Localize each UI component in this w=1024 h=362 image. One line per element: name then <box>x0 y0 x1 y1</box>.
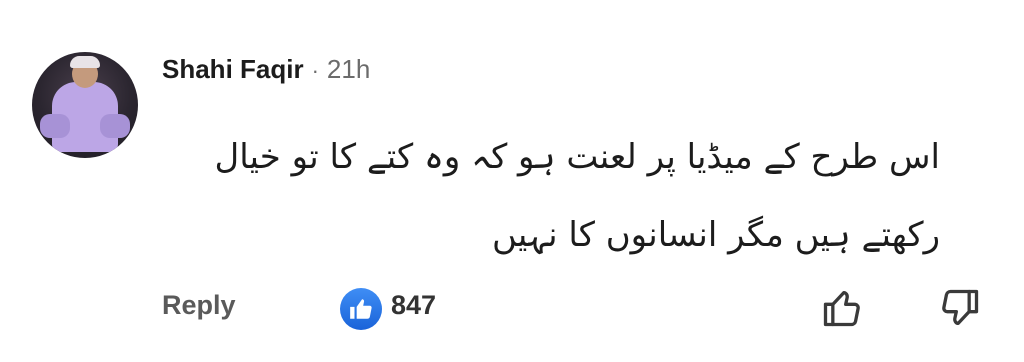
comment-actions: Reply 847 <box>162 286 982 330</box>
author-name[interactable]: Shahi Faqir <box>162 54 304 85</box>
separator-dot: · <box>311 58 319 83</box>
like-icon[interactable] <box>340 288 382 330</box>
thumbs-down-outline-icon[interactable] <box>938 286 982 330</box>
reply-button[interactable]: Reply <box>162 290 236 321</box>
comment-text: اس طرح کے میڈیا پر لعنت ہو کہ وہ کتے کا … <box>160 118 940 274</box>
avatar-sleeve <box>100 114 130 138</box>
comment-line-2: رکھتے ہیں مگر انسانوں کا نہیں <box>492 215 940 255</box>
timestamp[interactable]: 21h <box>327 54 370 85</box>
avatar-sleeve <box>40 114 70 138</box>
thumbs-up-outline-icon[interactable] <box>820 286 864 330</box>
reaction-count: 847 <box>391 290 437 320</box>
comment-line-1: اس طرح کے میڈیا پر لعنت ہو کہ وہ کتے کا … <box>214 137 940 177</box>
avatar[interactable] <box>32 52 138 158</box>
avatar-cap <box>70 56 100 68</box>
comment-header: Shahi Faqir · 21h <box>162 54 370 85</box>
